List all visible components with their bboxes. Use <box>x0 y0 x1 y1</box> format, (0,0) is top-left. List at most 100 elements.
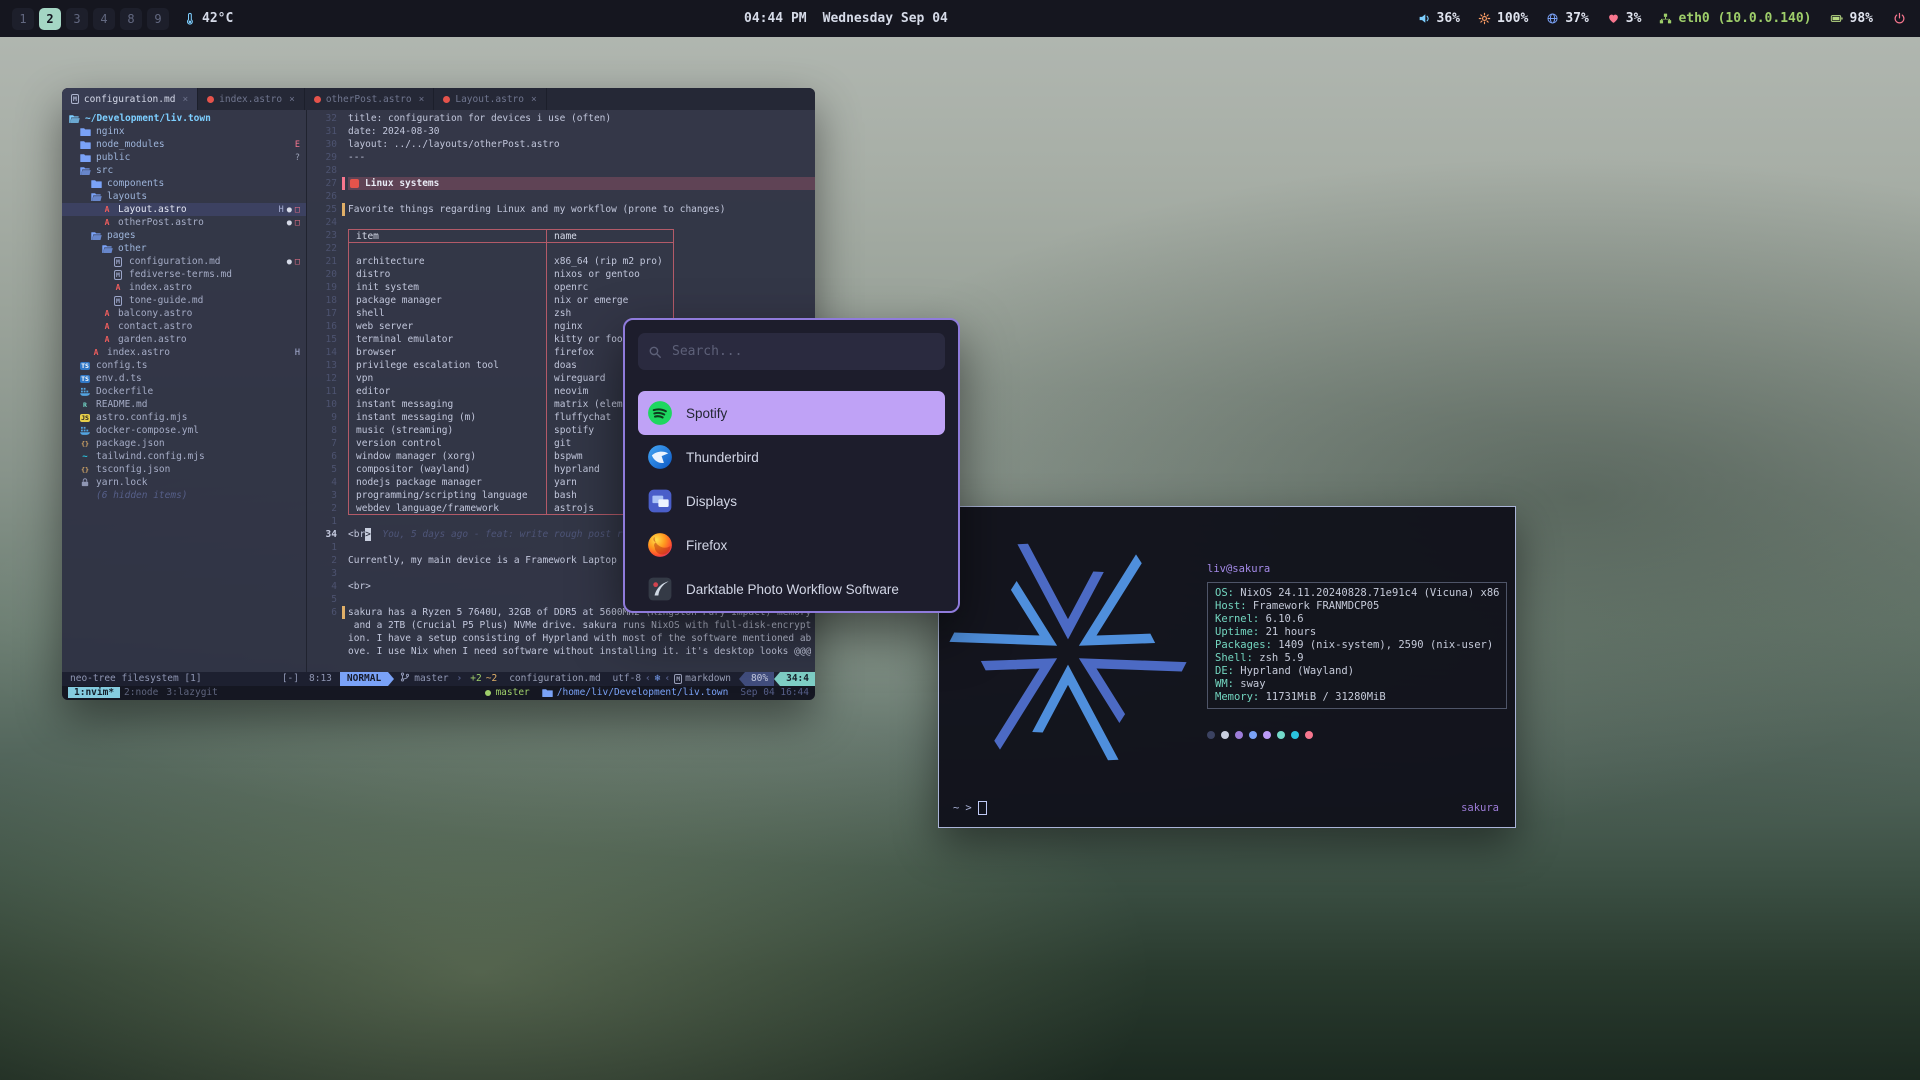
tree-item[interactable]: Mconfiguration.md●□ <box>62 255 306 268</box>
app-item[interactable]: Firefox <box>638 523 945 567</box>
tree-item[interactable]: TSenv.d.ts <box>62 372 306 385</box>
app-item[interactable]: Spotify <box>638 391 945 435</box>
app-item[interactable]: Darktable Photo Workflow Software <box>638 567 945 611</box>
tree-item[interactable]: Acontact.astro <box>62 320 306 333</box>
terminal-cursor <box>978 801 987 815</box>
workspaces: 123489 <box>12 8 169 30</box>
line-text: layout: ../../layouts/otherPost.astro <box>348 138 560 151</box>
file-tree: ~/Development/liv.townnginxnode_modulesE… <box>62 110 307 672</box>
network-module[interactable]: eth0 (10.0.0.140) <box>1659 11 1811 26</box>
tree-item[interactable]: pages <box>62 229 306 242</box>
close-icon[interactable]: × <box>531 94 537 105</box>
line-number: 2 <box>307 554 342 567</box>
tree-item-label: nginx <box>96 126 125 137</box>
app-label: Darktable Photo Workflow Software <box>686 582 899 597</box>
close-icon[interactable]: × <box>182 94 188 105</box>
neotree-status: neo-tree filesystem [1] <box>70 672 202 686</box>
tree-item-label: other <box>118 243 147 254</box>
tree-item[interactable]: ~tailwind.config.mjs <box>62 450 306 463</box>
buffer-line: 18package managernix or emerge <box>307 294 815 307</box>
tree-item[interactable]: layouts <box>62 190 306 203</box>
workspace-button[interactable]: 3 <box>66 8 88 30</box>
cpu-module[interactable]: 37% <box>1546 11 1588 26</box>
git-markers: E <box>295 140 300 150</box>
tree-item[interactable]: {}tsconfig.json <box>62 463 306 476</box>
workspace-button[interactable]: 2 <box>39 8 61 30</box>
tree-item[interactable]: RREADME.md <box>62 398 306 411</box>
prompt-char: > <box>965 802 971 815</box>
tree-item[interactable]: Abalcony.astro <box>62 307 306 320</box>
tree-item[interactable]: Agarden.astro <box>62 333 306 346</box>
tab-Layout.astro[interactable]: Layout.astro× <box>434 88 546 110</box>
line-text: <br> <box>348 580 371 593</box>
power-button[interactable] <box>1891 10 1908 27</box>
fetch-info-line: Kernel: 6.10.6 <box>1215 613 1499 626</box>
tree-item[interactable]: Mfediverse-terms.md <box>62 268 306 281</box>
table-cell-item: webdev language/framework <box>348 502 546 515</box>
app-item[interactable]: Thunderbird <box>638 435 945 479</box>
file-icon-js: JS <box>79 414 91 422</box>
sign-column <box>342 619 348 632</box>
tree-root[interactable]: ~/Development/liv.town <box>62 112 306 125</box>
battery-module[interactable]: 98% <box>1830 11 1873 26</box>
tree-item[interactable]: src <box>62 164 306 177</box>
workspace-button[interactable]: 8 <box>120 8 142 30</box>
tree-item[interactable]: Dockerfile <box>62 385 306 398</box>
workspace-button[interactable]: 4 <box>93 8 115 30</box>
linux-heading-icon <box>350 179 359 188</box>
neotree-collapse-button[interactable]: [-] <box>282 672 299 686</box>
palette-dot <box>1305 731 1313 739</box>
sign-column <box>342 242 348 255</box>
tree-item[interactable]: (6 hidden items) <box>62 489 306 502</box>
line-number: 3 <box>307 489 342 502</box>
file-icon-astro: A <box>90 349 102 357</box>
line-number: 8 <box>307 424 342 437</box>
encoding: utf-8 <box>612 672 641 686</box>
table-cell-item: web server <box>348 320 546 333</box>
brightness-module[interactable]: 100% <box>1478 11 1528 26</box>
tree-item[interactable]: AotherPost.astro●□ <box>62 216 306 229</box>
close-icon[interactable]: × <box>289 94 295 105</box>
tree-item-label: contact.astro <box>118 321 192 332</box>
fetch-info-panel: liv@sakura OS: NixOS 24.11.20240828.71e9… <box>1207 563 1507 739</box>
workspace-button[interactable]: 1 <box>12 8 34 30</box>
search-input[interactable] <box>670 343 935 360</box>
tab-configuration.md[interactable]: Mconfiguration.md× <box>62 88 198 110</box>
tree-item[interactable]: other <box>62 242 306 255</box>
tree-item[interactable]: nginx <box>62 125 306 138</box>
tree-item[interactable]: Mtone-guide.md <box>62 294 306 307</box>
tree-item[interactable]: public? <box>62 151 306 164</box>
app-item[interactable]: Displays <box>638 479 945 523</box>
line-number: 34 <box>307 528 342 541</box>
close-icon[interactable]: × <box>419 94 425 105</box>
memory-module[interactable]: 3% <box>1607 11 1642 26</box>
tree-item[interactable]: docker-compose.yml <box>62 424 306 437</box>
workspace-button[interactable]: 9 <box>147 8 169 30</box>
fetch-value: 11731MiB / 31280MiB <box>1259 691 1385 703</box>
line-number: 10 <box>307 398 342 411</box>
tree-item[interactable]: components <box>62 177 306 190</box>
file-icon-docker <box>79 426 91 435</box>
tree-item[interactable]: Aindex.astro <box>62 281 306 294</box>
tmux-window[interactable]: 2:node <box>120 687 162 698</box>
app-launcher: SpotifyThunderbirdDisplaysFirefox Darktab… <box>623 318 960 613</box>
tree-item[interactable]: Aindex.astroH <box>62 346 306 359</box>
tree-item[interactable]: ALayout.astroH●□ <box>62 203 306 216</box>
volume-module[interactable]: 36% <box>1418 11 1460 26</box>
tree-item[interactable]: TSconfig.ts <box>62 359 306 372</box>
tree-item-label: balcony.astro <box>118 308 192 319</box>
tmux-window[interactable]: 1:nvim* <box>68 687 120 698</box>
tab-otherPost.astro[interactable]: otherPost.astro× <box>305 88 435 110</box>
fetch-label: Kernel: <box>1215 613 1259 625</box>
tree-item[interactable]: node_modulesE <box>62 138 306 151</box>
tree-item[interactable]: JSastro.config.mjs <box>62 411 306 424</box>
tab-index.astro[interactable]: index.astro× <box>198 88 305 110</box>
shell-prompt[interactable]: ~ > <box>953 801 987 815</box>
tmux-window[interactable]: 3:lazygit <box>162 687 221 698</box>
table-cell-item: init system <box>348 281 546 294</box>
table-cell-item: instant messaging (m) <box>348 411 546 424</box>
tree-item[interactable]: {}package.json <box>62 437 306 450</box>
tree-item[interactable]: yarn.lock <box>62 476 306 489</box>
fetch-terminal[interactable]: liv@sakura OS: NixOS 24.11.20240828.71e9… <box>938 506 1516 828</box>
table-cell-name: x86_64 (rip m2 pro) <box>546 255 674 268</box>
